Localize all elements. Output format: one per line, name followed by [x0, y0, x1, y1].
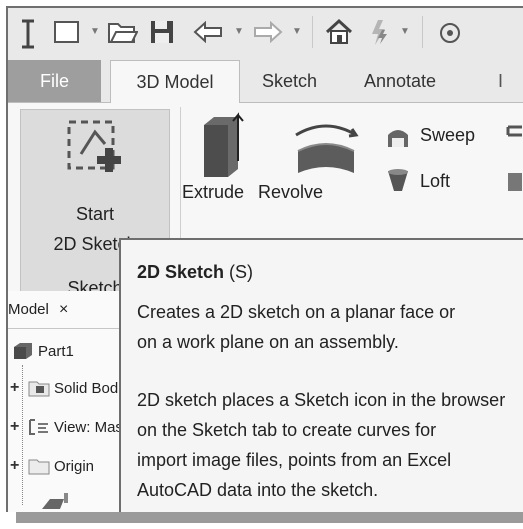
quick-access-toolbar: ▼ ▼ ▼ ▼	[8, 8, 523, 60]
tooltip-2d-sketch: 2D Sketch (S) Creates a 2D sketch on a p…	[119, 238, 523, 512]
chevron-down-icon[interactable]: ▼	[234, 26, 244, 37]
tab-file[interactable]: File	[8, 60, 101, 102]
chevron-down-icon[interactable]: ▼	[292, 26, 302, 37]
start-sketch-line1: Start	[75, 204, 114, 224]
expand-icon[interactable]: +	[10, 457, 19, 475]
tree-root-part1[interactable]: Part1	[38, 343, 74, 360]
new-file-icon[interactable]	[52, 18, 82, 46]
tooltip-shortcut: (S)	[224, 262, 254, 282]
loft-icon[interactable]	[384, 167, 412, 197]
expand-icon[interactable]: +	[10, 379, 19, 397]
origin-folder-icon	[28, 459, 50, 475]
tab-annotate[interactable]: Annotate	[364, 60, 436, 102]
tree-item-origin[interactable]: Origin	[54, 458, 94, 475]
close-icon[interactable]: ×	[59, 301, 68, 318]
model-browser: Model × Part1 + Solid Bodies + View: Mas…	[8, 291, 140, 512]
tab-inspect[interactable]: I	[498, 60, 503, 102]
inventor-window: ▼ ▼ ▼ ▼ File 3D Model Sketch Annotate I …	[6, 6, 523, 512]
tooltip-line: 2D sketch places a Sketch icon in the br…	[137, 390, 506, 410]
extrude-icon[interactable]	[198, 111, 254, 183]
undo-icon[interactable]	[192, 18, 226, 46]
open-folder-icon[interactable]	[106, 18, 138, 46]
end-of-part-icon	[42, 493, 68, 509]
save-icon[interactable]	[148, 18, 176, 46]
view-icon	[29, 419, 48, 435]
home-icon[interactable]	[324, 18, 354, 46]
chevron-down-icon[interactable]: ▼	[90, 26, 100, 37]
part-icon	[14, 343, 32, 359]
coil-icon[interactable]	[506, 123, 523, 149]
redo-icon[interactable]	[252, 18, 284, 46]
tooltip-line: on the Sketch tab to create curves for	[137, 420, 437, 440]
tree-connector	[22, 365, 24, 505]
browser-tab-label: Model	[8, 301, 49, 318]
sweep-label[interactable]: Sweep	[420, 125, 475, 146]
tooltip-line: Creates a 2D sketch on a planar face or	[137, 302, 456, 322]
ribbon-tabs: File 3D Model Sketch Annotate I	[8, 60, 523, 103]
browser-tab-model[interactable]: Model ×	[8, 301, 68, 319]
loft-label[interactable]: Loft	[420, 171, 450, 192]
tooltip-line: on a work plane on an assembly.	[137, 332, 399, 352]
browser-divider	[8, 328, 128, 329]
chevron-down-icon[interactable]: ▼	[400, 26, 410, 37]
revolve-icon[interactable]	[290, 115, 362, 181]
tooltip-line: AutoCAD data into the sketch.	[137, 480, 379, 500]
sweep-icon[interactable]	[384, 125, 412, 151]
revolve-label[interactable]: Revolve	[258, 182, 323, 203]
toolbar-separator	[422, 16, 423, 48]
tab-sketch[interactable]: Sketch	[262, 60, 317, 102]
window-shadow	[16, 511, 523, 523]
emboss-icon[interactable]	[506, 169, 523, 195]
update-icon[interactable]	[364, 18, 394, 46]
toolbar-separator	[312, 16, 313, 48]
solid-bodies-folder-icon	[28, 381, 50, 397]
tooltip-command-name: 2D Sketch	[137, 262, 225, 282]
sketch-icon	[67, 120, 121, 172]
expand-icon[interactable]: +	[10, 418, 19, 436]
tab-3d-model[interactable]: 3D Model	[110, 60, 240, 103]
sketch-point-icon[interactable]	[436, 18, 470, 48]
tooltip-line: import image files, points from an Excel	[137, 450, 452, 470]
tooltip-title: 2D Sketch (S)	[137, 262, 253, 283]
text-cursor-icon[interactable]	[18, 18, 38, 50]
extrude-label[interactable]: Extrude	[182, 182, 244, 203]
